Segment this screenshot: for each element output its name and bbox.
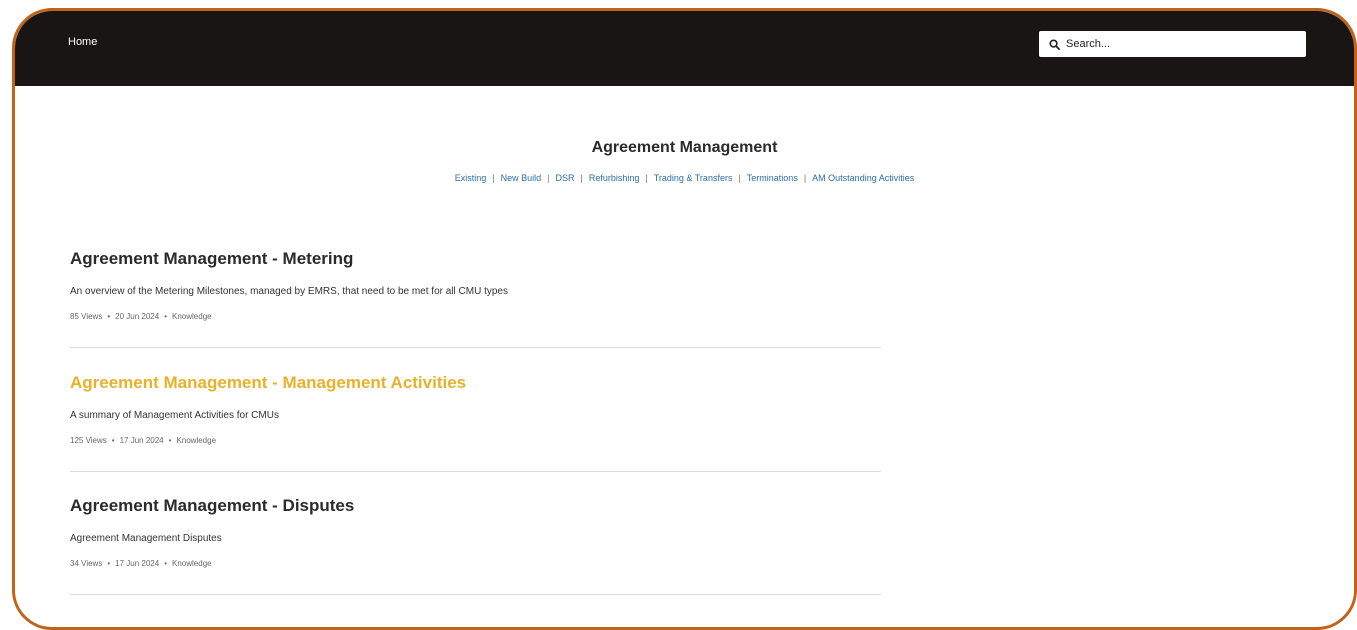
subnav-link-terminations[interactable]: Terminations (747, 173, 798, 183)
meta-separator: • (168, 436, 172, 445)
article-item: Agreement Management - Disputes Agreemen… (70, 496, 881, 595)
article-title-link[interactable]: Agreement Management - Disputes (70, 496, 881, 516)
subnav-link-new-build[interactable]: New Build (501, 173, 542, 183)
topic-subnav: Existing | New Build | DSR | Refurbishing | Trad… (15, 173, 1354, 183)
meta-separator: • (164, 312, 167, 321)
article-views: 125 Views (70, 436, 107, 445)
article-meta: 125 Views • 17 Jun 2024 • Knowledge (70, 436, 881, 445)
meta-separator: • (111, 436, 115, 445)
article-meta: 34 Views • 17 Jun 2024 • Knowledge (70, 559, 881, 568)
subnav-separator: | (580, 173, 583, 183)
article-item: Agreement Management - Management Activi… (70, 373, 881, 472)
article-type: Knowledge (172, 559, 212, 568)
subnav-separator: | (738, 173, 741, 183)
article-views: 34 Views (70, 559, 103, 568)
page-title: Agreement Management (591, 139, 778, 156)
article-meta: 85 Views • 20 Jun 2024 • Knowledge (70, 312, 881, 321)
subnav-separator: | (492, 173, 495, 183)
meta-separator: • (164, 559, 167, 568)
article-description: An overview of the Metering Milestones, … (70, 286, 508, 297)
search-box[interactable] (1039, 31, 1306, 57)
page-frame: Home Agreement Management Existing | New B… (12, 8, 1357, 630)
subnav-link-trading-transfers[interactable]: Trading & Transfers (654, 173, 733, 183)
subnav-separator: | (547, 173, 550, 183)
article-date: 17 Jun 2024 (115, 559, 160, 568)
meta-separator: • (107, 559, 111, 568)
article-type: Knowledge (172, 312, 212, 321)
subnav-link-existing[interactable]: Existing (455, 173, 487, 183)
subnav-link-refurbishing[interactable]: Refurbishing (589, 173, 640, 183)
article-item: Agreement Management - Metering An overv… (70, 249, 881, 348)
article-type: Knowledge (176, 436, 217, 445)
article-date: 20 Jun 2024 (115, 312, 160, 321)
article-title-link[interactable]: Agreement Management - Management Activi… (70, 373, 881, 393)
subnav-link-dsr[interactable]: DSR (556, 173, 575, 183)
home-link[interactable]: Home (68, 36, 97, 48)
top-navigation-bar: Home (15, 11, 1354, 86)
article-description: A summary of Management Activities for C… (70, 410, 279, 421)
subnav-separator: | (645, 173, 648, 183)
article-views: 85 Views (70, 312, 103, 321)
article-date: 17 Jun 2024 (119, 436, 164, 445)
article-description: Agreement Management Disputes (70, 533, 222, 544)
search-icon (1049, 38, 1060, 50)
article-title-link[interactable]: Agreement Management - Metering (70, 249, 881, 269)
meta-separator: • (107, 312, 111, 321)
subnav-link-am-outstanding-activities[interactable]: AM Outstanding Activities (812, 173, 914, 183)
subnav-separator: | (803, 173, 807, 183)
search-input[interactable] (1066, 38, 1286, 50)
